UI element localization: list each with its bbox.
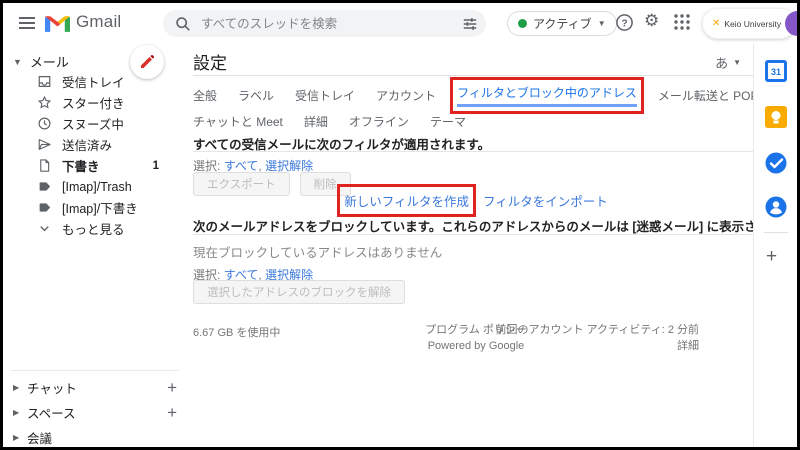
blocked-section-heading: 次のメールアドレスをブロックしています。これらのアドレスからのメールは [迷惑メ… (193, 216, 759, 235)
sidebar-item-snoozed[interactable]: スヌーズ中 (3, 113, 191, 134)
chevron-down-icon: ▼ (733, 58, 741, 67)
chevron-right-icon: ▶ (13, 408, 27, 417)
tab-themes[interactable]: テーマ (430, 113, 466, 130)
header: Gmail アクティブ ▼ ? ⚙ ✕ Keio University (3, 3, 797, 44)
new-space-button[interactable]: + (167, 403, 177, 423)
gmail-m-icon (45, 13, 70, 32)
account-name: Keio University (724, 19, 781, 29)
settings-main: 設定 あ ▼ 全般 ラベル 受信トレイ アカウント フィルタとブロック中のアドレ… (193, 44, 759, 447)
divider (193, 151, 759, 152)
label-tag-icon (37, 179, 52, 194)
filter-actions-row: 新しいフィルタを作成 フィルタをインポート (193, 191, 759, 210)
get-addons-button[interactable]: + (766, 246, 777, 268)
google-tasks-icon[interactable] (763, 150, 789, 176)
tab-inbox[interactable]: 受信トレイ (295, 87, 355, 104)
divider (193, 75, 759, 76)
availability-status-button[interactable]: アクティブ ▼ (507, 11, 617, 36)
divider (764, 232, 788, 233)
search-bar[interactable] (163, 10, 486, 37)
activity-details-link[interactable]: 詳細 (496, 338, 699, 354)
sidebar-item-imap-drafts[interactable]: [Imap]/下書き (3, 197, 191, 218)
tab-offline[interactable]: オフライン (349, 113, 409, 130)
sidebar-item-starred[interactable]: スター付き (3, 92, 191, 113)
sidebar-item-imap-trash[interactable]: [Imap]/Trash (3, 176, 191, 197)
select-all-link[interactable]: すべて (224, 159, 259, 173)
sidebar-item-drafts[interactable]: 下書き 1 (3, 155, 191, 176)
sidebar: ▼ メール 受信トレイ スター付き スヌーズ中 送信済み (3, 44, 191, 447)
inbox-icon (37, 74, 52, 89)
chevron-right-icon: ▶ (13, 383, 27, 392)
tab-advanced[interactable]: 詳細 (304, 113, 328, 130)
import-filters-link[interactable]: フィルタをインポート (483, 191, 608, 210)
tab-accounts[interactable]: アカウント (376, 87, 436, 104)
svg-text:?: ? (621, 18, 627, 29)
svg-text:31: 31 (771, 67, 781, 77)
input-tools-selector[interactable]: あ ▼ (715, 53, 741, 72)
google-calendar-icon[interactable]: 31 (763, 58, 789, 84)
account-button[interactable]: ✕ Keio University (702, 8, 796, 39)
sidebar-groups: ▶ チャット + ▶ スペース + ▶ 会議 (3, 375, 191, 450)
select-label: 選択: (193, 159, 220, 173)
send-icon (37, 137, 52, 152)
drafts-count-badge: 1 (153, 160, 159, 172)
gmail-settings-page: Gmail アクティブ ▼ ? ⚙ ✕ Keio University (0, 0, 800, 450)
gmail-logo: Gmail (45, 12, 121, 32)
sidebar-item-sent[interactable]: 送信済み (3, 134, 191, 155)
status-label: アクティブ (533, 15, 592, 32)
side-panel: 31 + (753, 44, 797, 447)
keio-logo-icon: ✕ (712, 18, 720, 29)
chevron-down-icon: ▼ (13, 57, 22, 67)
tab-labels[interactable]: ラベル (238, 87, 274, 104)
avatar[interactable] (785, 11, 800, 36)
page-title: 設定 (193, 49, 227, 74)
gmail-wordmark: Gmail (76, 12, 121, 32)
select-none-link[interactable]: 選択解除 (265, 159, 313, 173)
google-keep-icon[interactable] (763, 104, 789, 130)
search-input[interactable] (201, 17, 462, 31)
sidebar-item-inbox[interactable]: 受信トレイ (3, 71, 191, 92)
divider (193, 234, 759, 235)
label-tag-icon (37, 200, 52, 215)
sidebar-item-chat[interactable]: ▶ チャット + (3, 375, 191, 400)
sidebar-section-label: メール (30, 52, 69, 71)
sidebar-item-meet[interactable]: ▶ 会議 (3, 425, 191, 450)
tab-filters-blocked-addresses[interactable]: フィルタとブロック中のアドレス (457, 84, 637, 107)
tab-general[interactable]: 全般 (193, 87, 217, 104)
clock-icon (37, 116, 52, 131)
settings-tabs-row1: 全般 ラベル 受信トレイ アカウント フィルタとブロック中のアドレス メール転送… (193, 80, 759, 110)
sidebar-section-mail[interactable]: ▼ メール (13, 52, 69, 71)
pencil-icon (139, 54, 155, 70)
search-icon[interactable] (175, 16, 191, 32)
sidebar-item-spaces[interactable]: ▶ スペース + (3, 400, 191, 425)
sidebar-nav: 受信トレイ スター付き スヌーズ中 送信済み 下書き 1 [Imap]/T (3, 71, 191, 239)
chevron-down-icon: ▼ (598, 19, 606, 28)
star-icon (37, 95, 52, 110)
settings-gear-icon[interactable]: ⚙ (644, 11, 659, 31)
draft-icon (37, 158, 52, 173)
google-contacts-icon[interactable] (763, 194, 789, 220)
search-options-icon[interactable] (462, 16, 478, 32)
last-account-activity: 前回のアカウント アクティビティ: 2 分前 (496, 322, 699, 338)
sidebar-divider (11, 370, 179, 371)
new-chat-button[interactable]: + (167, 378, 177, 398)
google-apps-grid-icon[interactable] (673, 13, 691, 31)
sidebar-item-more[interactable]: もっと見る (3, 218, 191, 239)
unblock-selected-button[interactable]: 選択したアドレスのブロックを解除 (193, 280, 405, 304)
settings-tabs-row2: チャットと Meet 詳細 オフライン テーマ (193, 110, 759, 132)
chevron-right-icon: ▶ (13, 433, 27, 442)
create-filter-link[interactable]: 新しいフィルタを作成 (344, 191, 469, 210)
blocked-empty-text: 現在ブロックしているアドレスはありません (193, 242, 442, 261)
active-status-dot (518, 19, 527, 28)
hamburger-menu-icon[interactable] (17, 13, 37, 33)
help-icon[interactable]: ? (615, 13, 634, 32)
chevron-down-icon (37, 221, 52, 236)
tab-chat-meet[interactable]: チャットと Meet (193, 113, 283, 130)
